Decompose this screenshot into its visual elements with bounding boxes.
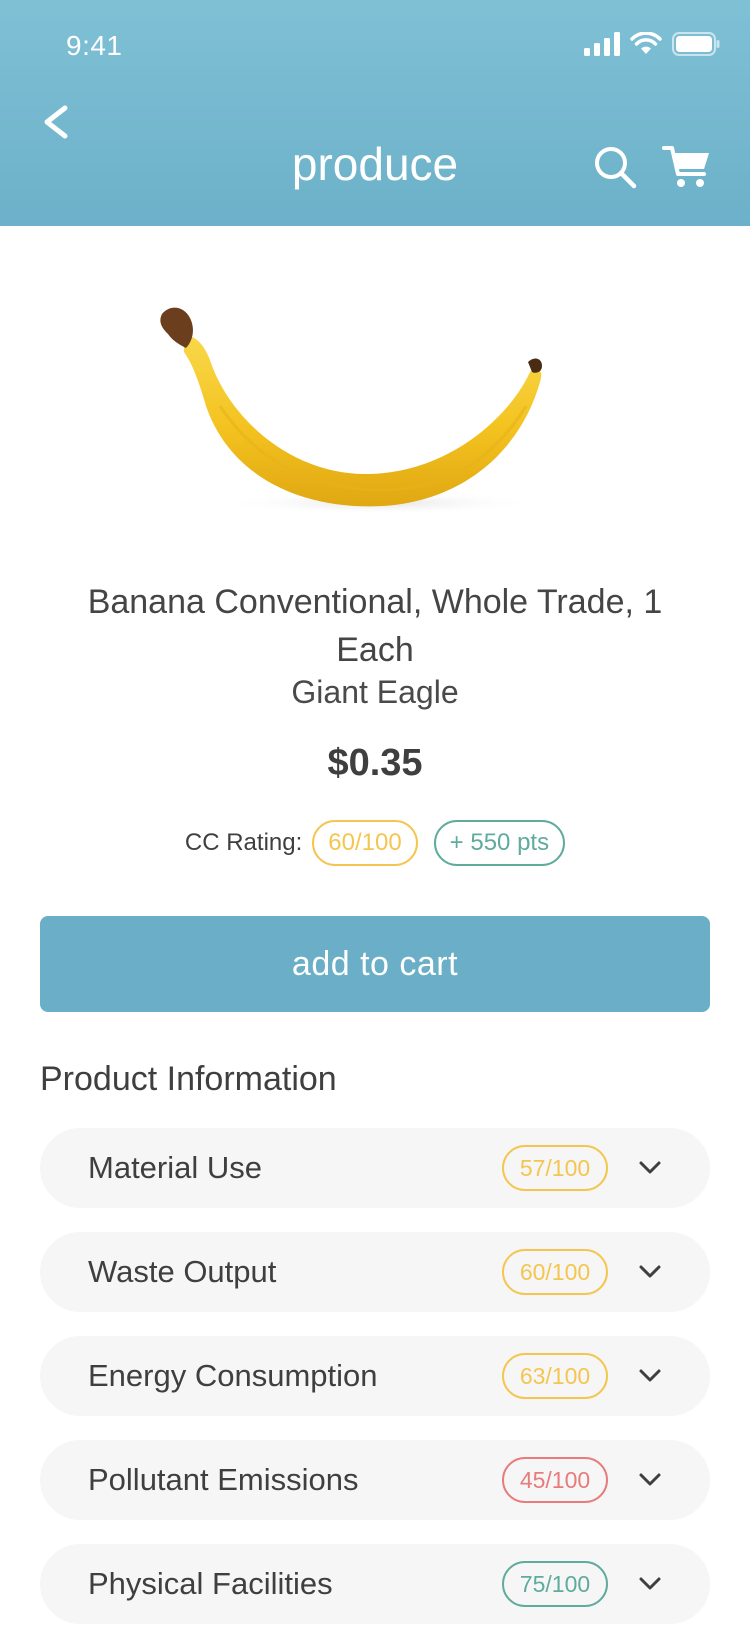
- product-name: Banana Conventional, Whole Trade, 1 Each: [87, 583, 663, 669]
- info-score-badge: 60/100: [502, 1249, 608, 1295]
- rating-row: CC Rating: 60/100 + 550 pts: [0, 820, 750, 866]
- info-label: Physical Facilities: [88, 1566, 333, 1601]
- shopping-cart-icon: [662, 146, 709, 187]
- info-label: Energy Consumption: [88, 1358, 378, 1393]
- info-row-material-use[interactable]: Material Use 57/100: [40, 1128, 710, 1208]
- product-image: [150, 296, 570, 526]
- chevron-down-icon[interactable]: [638, 1572, 662, 1596]
- banana-image: [160, 307, 542, 515]
- info-label: Pollutant Emissions: [88, 1462, 359, 1497]
- product-info-list: Material Use 57/100 Waste Output 60/100 …: [40, 1128, 710, 1648]
- product-price: $0.35: [327, 742, 423, 784]
- info-row-waste-output[interactable]: Waste Output 60/100: [40, 1232, 710, 1312]
- info-label: Waste Output: [88, 1254, 277, 1289]
- search-button[interactable]: [592, 144, 638, 190]
- cart-button[interactable]: [662, 144, 712, 190]
- chevron-down-icon[interactable]: [638, 1156, 662, 1180]
- info-label: Material Use: [88, 1150, 262, 1185]
- info-row-energy-consumption[interactable]: Energy Consumption 63/100: [40, 1336, 710, 1416]
- chevron-down-icon[interactable]: [638, 1364, 662, 1388]
- points-badge: + 550 pts: [433, 820, 566, 866]
- wifi-icon: [630, 32, 662, 54]
- app-header: 9:41 produce: [0, 0, 750, 226]
- search-icon: [595, 147, 637, 189]
- info-score-badge: 45/100: [502, 1457, 608, 1503]
- chevron-down-icon[interactable]: [638, 1468, 662, 1492]
- info-score-badge: 75/100: [502, 1561, 608, 1607]
- status-icons: [584, 32, 720, 56]
- status-time: 9:41: [66, 30, 123, 61]
- rating-label: CC Rating:: [184, 829, 303, 856]
- product-store: Giant Eagle: [291, 674, 459, 710]
- battery-icon: [672, 32, 720, 56]
- cellular-signal-icon: [584, 32, 620, 56]
- chevron-down-icon[interactable]: [638, 1260, 662, 1284]
- info-row-physical-facilities[interactable]: Physical Facilities 75/100: [40, 1544, 710, 1624]
- info-score-badge: 57/100: [502, 1145, 608, 1191]
- info-score-badge: 63/100: [502, 1353, 608, 1399]
- add-to-cart-button[interactable]: add to cart: [40, 916, 710, 1012]
- product-information-heading: Product Information: [40, 1060, 337, 1098]
- rating-score-badge: 60/100: [312, 820, 418, 866]
- info-row-pollutant-emissions[interactable]: Pollutant Emissions 45/100: [40, 1440, 710, 1520]
